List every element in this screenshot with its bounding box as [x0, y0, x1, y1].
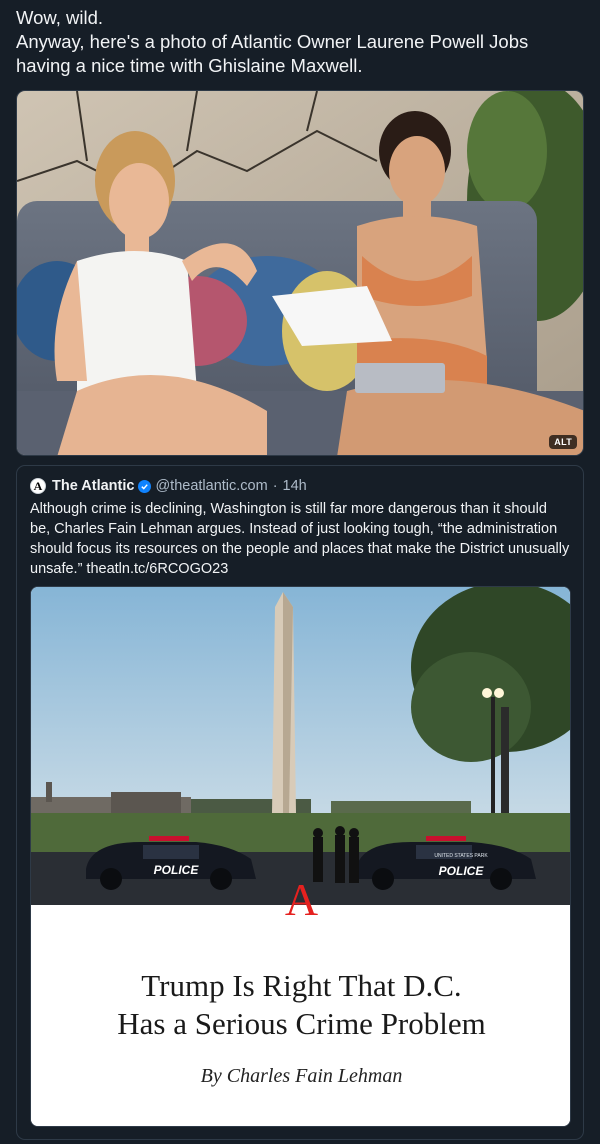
author-handle[interactable]: @theatlantic.com — [155, 478, 267, 494]
author-name[interactable]: The Atlantic — [52, 478, 134, 494]
post-line-2: Anyway, here's a photo of Atlantic Owner… — [16, 31, 529, 76]
quote-text: Although crime is declining, Washington … — [30, 501, 570, 577]
avatar[interactable]: A — [30, 478, 46, 494]
quote-header: A The Atlantic @theatlantic.com · 14h — [30, 477, 307, 495]
headline-line-2: Has a Serious Crime Problem — [117, 1006, 486, 1041]
atlantic-logo: A — [284, 874, 319, 925]
post-line-1: Wow, wild. — [16, 7, 104, 28]
link-card[interactable]: POLICE UNITED STATES PARK POLICE A Trump… — [30, 586, 571, 1127]
quoted-post[interactable]: A The Atlantic @theatlantic.com · 14h Al… — [16, 465, 584, 1140]
photo-image — [17, 91, 583, 455]
alt-badge[interactable]: ALT — [549, 435, 577, 449]
post-text: Wow, wild. Anyway, here's a photo of Atl… — [16, 6, 584, 78]
card-byline: By Charles Fain Lehman — [200, 1065, 403, 1087]
car-sub-label: UNITED STATES PARK — [434, 853, 488, 859]
card-headline: Trump Is Right That D.C. Has a Serious C… — [31, 967, 570, 1043]
separator-dot: · — [272, 478, 278, 494]
verified-check-icon — [138, 479, 152, 493]
headline-line-1: Trump Is Right That D.C. — [141, 968, 462, 1003]
post-time[interactable]: 14h — [283, 478, 307, 494]
post-photo[interactable]: ALT — [16, 90, 584, 456]
card-photo: POLICE UNITED STATES PARK POLICE — [31, 587, 570, 905]
